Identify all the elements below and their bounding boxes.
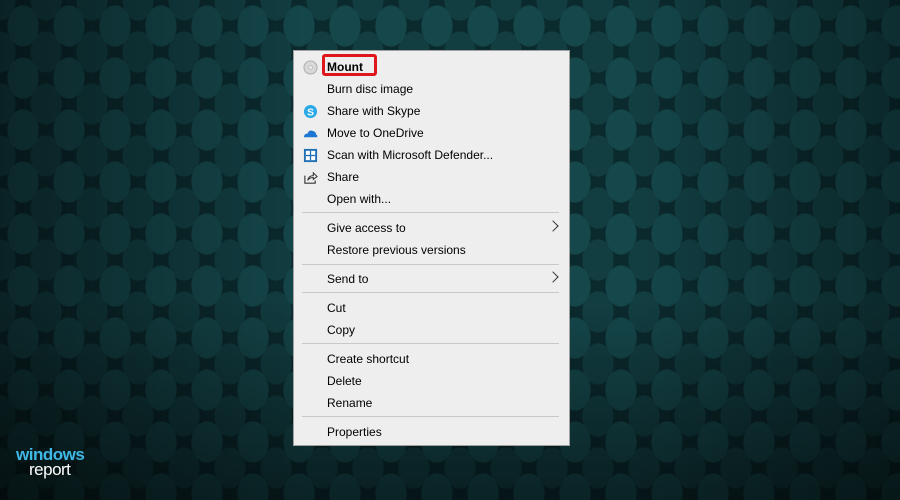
menu-item-label: Scan with Microsoft Defender... (327, 148, 494, 162)
logo-text-report: report (29, 460, 71, 479)
menu-item-label: Copy (327, 323, 356, 337)
onedrive-icon (303, 130, 318, 138)
menu-item-give-access-to[interactable]: Give access to (294, 217, 569, 239)
context-menu: Mount Burn disc image S Share with Skype… (293, 50, 570, 446)
menu-item-label: Open with... (327, 192, 392, 206)
menu-separator (302, 343, 559, 344)
menu-item-move-to-onedrive[interactable]: Move to OneDrive (294, 122, 569, 144)
menu-separator (302, 416, 559, 417)
menu-item-label: Create shortcut (327, 352, 410, 366)
menu-item-create-shortcut[interactable]: Create shortcut (294, 348, 569, 370)
menu-item-share-with-skype[interactable]: S Share with Skype (294, 100, 569, 122)
menu-separator (302, 264, 559, 265)
menu-item-open-with[interactable]: Open with... (294, 188, 569, 210)
menu-item-label: Share (327, 170, 360, 184)
menu-item-mount[interactable]: Mount (294, 56, 569, 78)
menu-item-label: Delete (327, 374, 362, 388)
disc-icon (303, 60, 318, 75)
menu-item-delete[interactable]: Delete (294, 370, 569, 392)
svg-text:S: S (307, 107, 314, 118)
menu-item-label: Mount (327, 60, 363, 74)
menu-separator (302, 212, 559, 213)
menu-item-burn-disc-image[interactable]: Burn disc image (294, 78, 569, 100)
menu-item-label: Restore previous versions (327, 243, 466, 257)
menu-item-label: Rename (327, 396, 373, 410)
menu-item-share[interactable]: Share (294, 166, 569, 188)
menu-item-label: Send to (327, 272, 369, 286)
menu-item-restore-previous-versions[interactable]: Restore previous versions (294, 239, 569, 261)
menu-item-cut[interactable]: Cut (294, 297, 569, 319)
menu-item-send-to[interactable]: Send to (294, 268, 569, 290)
share-icon (304, 171, 318, 184)
menu-item-label: Share with Skype (327, 104, 421, 118)
menu-item-properties[interactable]: Properties (294, 421, 569, 443)
menu-separator (302, 292, 559, 293)
skype-icon: S (303, 104, 318, 118)
menu-item-scan-with-defender[interactable]: Scan with Microsoft Defender... (294, 144, 569, 166)
menu-item-label: Properties (327, 425, 382, 439)
chevron-right-icon (547, 220, 559, 232)
menu-item-label: Burn disc image (327, 82, 414, 96)
defender-icon (303, 148, 318, 163)
menu-item-label: Move to OneDrive (327, 126, 424, 140)
menu-item-rename[interactable]: Rename (294, 392, 569, 414)
menu-item-label: Cut (327, 301, 346, 315)
chevron-right-icon (547, 271, 559, 283)
menu-item-copy[interactable]: Copy (294, 319, 569, 341)
menu-item-label: Give access to (327, 221, 406, 235)
windows-report-logo: windows report (16, 446, 85, 479)
